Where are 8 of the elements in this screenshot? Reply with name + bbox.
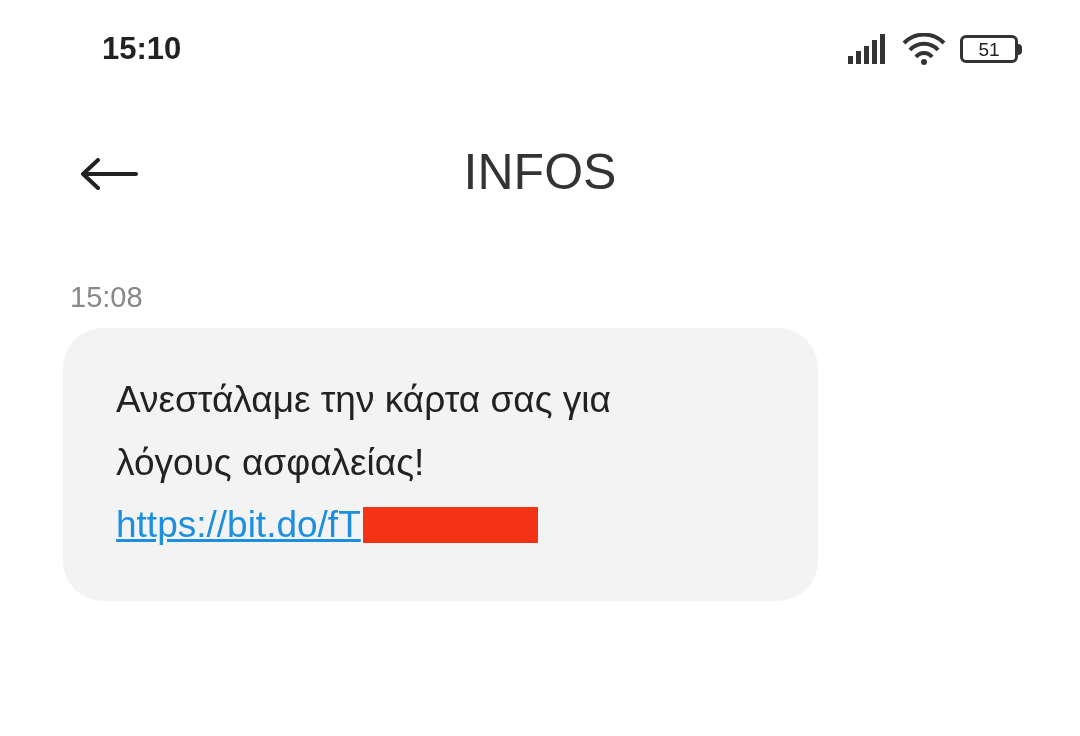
conversation-title: INFOS [463, 142, 617, 202]
message-time: 15:08 [70, 280, 143, 315]
signal-icon [848, 34, 888, 64]
status-time: 15:10 [102, 29, 182, 68]
message-text: Ανεστάλαμε την κάρτα σας για λόγους ασφαλείας! [116, 377, 612, 485]
back-arrow-icon[interactable] [80, 158, 138, 190]
wifi-icon [902, 33, 946, 65]
message-link[interactable]: https://bit.do/fT [116, 497, 361, 553]
